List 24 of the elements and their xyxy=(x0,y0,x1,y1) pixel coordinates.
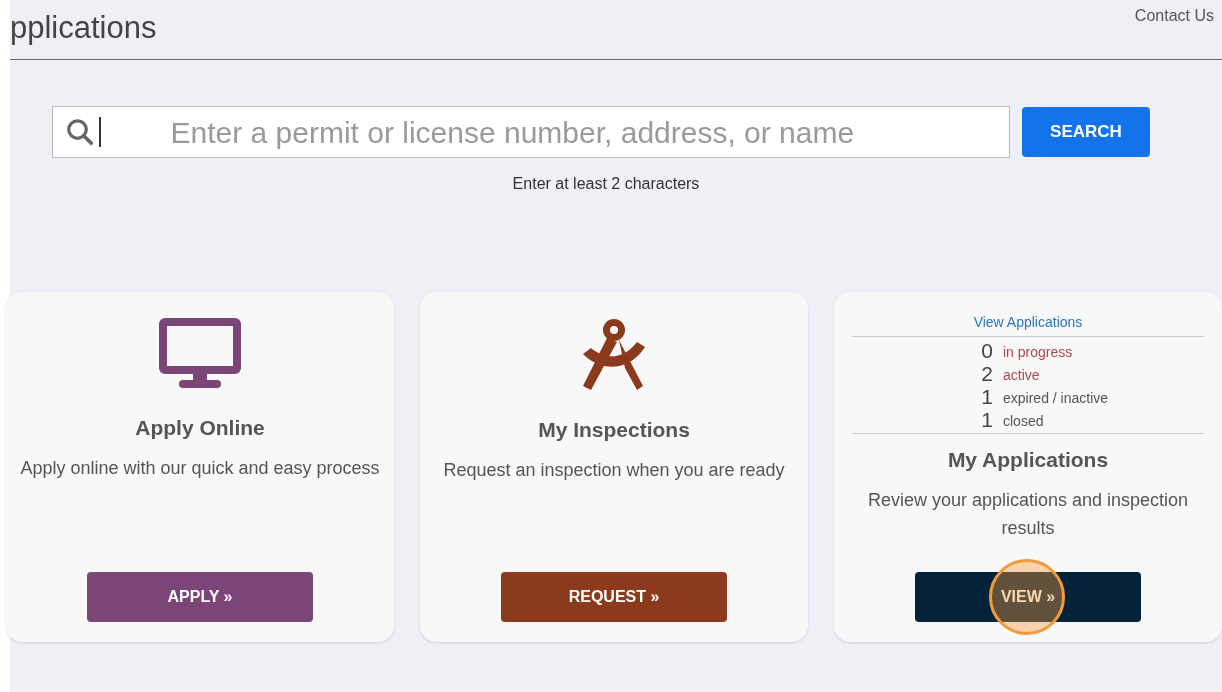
card-description: Apply online with our quick and easy process xyxy=(20,456,380,480)
card-button[interactable]: VIEW » xyxy=(915,572,1141,622)
search-field[interactable]: Enter a permit or license number, address, or name xyxy=(52,106,1010,158)
stat-count: 2 xyxy=(980,362,993,385)
card-description: Review your applications and inspection results xyxy=(866,488,1190,540)
card-description: Request an inspection when you are ready xyxy=(443,458,785,482)
stat-count: 1 xyxy=(980,385,993,408)
stat-count: 0 xyxy=(980,339,993,362)
page-title: pplications xyxy=(10,9,157,46)
card-title: My Inspections xyxy=(538,417,690,443)
stat-label: expired / inactive xyxy=(1003,389,1109,408)
card-button[interactable]: REQUEST » xyxy=(501,572,727,622)
search-button[interactable]: SEARCH xyxy=(1022,107,1150,157)
card-button[interactable]: APPLY » xyxy=(87,572,313,622)
stat-label: active xyxy=(1003,366,1040,385)
search-icon xyxy=(65,117,95,147)
stat-count: 1 xyxy=(980,408,993,431)
card-title: My Applications xyxy=(947,447,1109,473)
stat-label: in progress xyxy=(1003,343,1073,362)
view-applications-link[interactable]: View Applications xyxy=(973,312,1083,336)
card-title: Apply Online xyxy=(135,415,265,441)
search-hint: Enter at least 2 characters xyxy=(511,174,701,194)
contact-link[interactable]: Contact Us xyxy=(1134,0,1214,28)
stat-label: closed xyxy=(1003,412,1044,431)
